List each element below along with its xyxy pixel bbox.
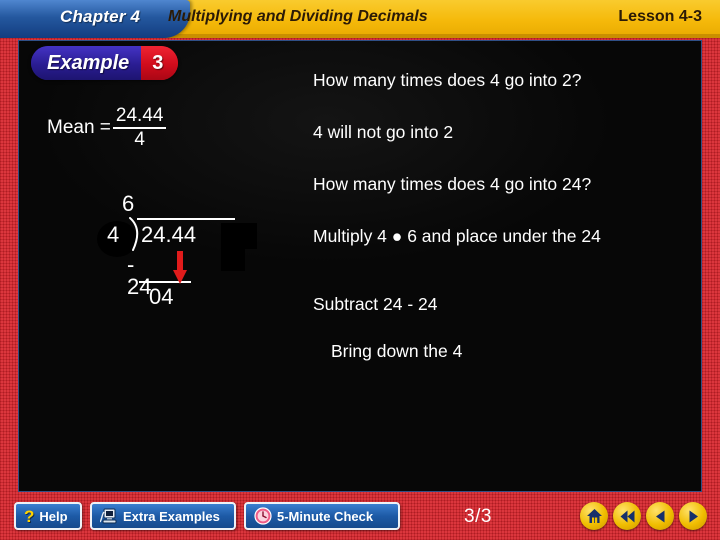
extra-examples-label: Extra Examples xyxy=(123,508,220,524)
division-vinculum xyxy=(137,218,235,220)
explanation-step: Multiply 4 ● 6 and place under the 24 xyxy=(313,226,601,246)
explanation-step: How many times does 4 go into 24? xyxy=(313,174,592,194)
computer-monitor-icon xyxy=(100,508,118,525)
mean-equation: Mean = 24.44 4 xyxy=(47,105,167,150)
explanation-column: How many times does 4 go into 2? 4 will … xyxy=(313,41,701,491)
clock-icon xyxy=(254,507,272,525)
remainder-value: 04 xyxy=(149,284,174,309)
first-slide-button[interactable] xyxy=(613,502,641,530)
mean-fraction: 24.44 4 xyxy=(112,105,167,150)
lesson-title: Multiplying and Dividing Decimals xyxy=(168,8,428,25)
explanation-step: Bring down the 4 xyxy=(331,341,463,361)
highlight-mask-dividend xyxy=(221,223,257,249)
five-minute-check-label: 5-Minute Check xyxy=(277,508,374,524)
extra-examples-button[interactable]: Extra Examples xyxy=(90,502,236,530)
home-button[interactable] xyxy=(580,502,608,530)
lesson-number-label: Lesson 4-3 xyxy=(618,8,702,25)
highlight-mask-subtrahend xyxy=(221,249,245,271)
five-minute-check-button[interactable]: 5-Minute Check xyxy=(244,502,400,530)
explanation-step: Subtract 24 - 24 xyxy=(313,294,438,314)
bring-down-arrow-icon xyxy=(173,251,187,284)
home-icon xyxy=(586,509,602,523)
previous-slide-button[interactable] xyxy=(646,502,674,530)
header-bar: Chapter 4 Multiplying and Dividing Decim… xyxy=(0,0,720,38)
mean-numerator: 24.44 xyxy=(115,105,164,126)
right-arrow-icon xyxy=(689,510,698,522)
quotient-value: 6 xyxy=(122,191,135,216)
bottom-toolbar: ? Help Extra Examples 5-Minute Check 3/3 xyxy=(0,494,720,540)
math-work-column: Mean = 24.44 4 6 4 24.44 - 24 04 xyxy=(19,41,309,491)
help-button[interactable]: ? Help xyxy=(14,502,82,530)
next-slide-button[interactable] xyxy=(679,502,707,530)
question-mark-icon: ? xyxy=(24,506,35,526)
explanation-step: How many times does 4 go into 2? xyxy=(313,70,582,90)
double-left-arrow-icon xyxy=(620,510,634,522)
mean-denominator: 4 xyxy=(134,128,145,150)
subtrahend-value: - 24 xyxy=(127,252,152,299)
page-indicator: 3/3 xyxy=(464,506,492,527)
mean-equation-label: Mean = xyxy=(47,116,111,138)
left-arrow-icon xyxy=(655,510,664,522)
slide-viewer: Chapter 4 Multiplying and Dividing Decim… xyxy=(0,0,720,540)
chapter-label: Chapter 4 xyxy=(60,7,141,26)
divisor-value: 4 xyxy=(107,222,120,247)
slide-content-area: Example 3 Mean = 24.44 4 6 4 24.44 - 24 … xyxy=(18,40,702,492)
help-button-label: Help xyxy=(39,508,68,524)
dividend-value: 24.44 xyxy=(141,222,197,247)
explanation-step: 4 will not go into 2 xyxy=(313,122,454,142)
